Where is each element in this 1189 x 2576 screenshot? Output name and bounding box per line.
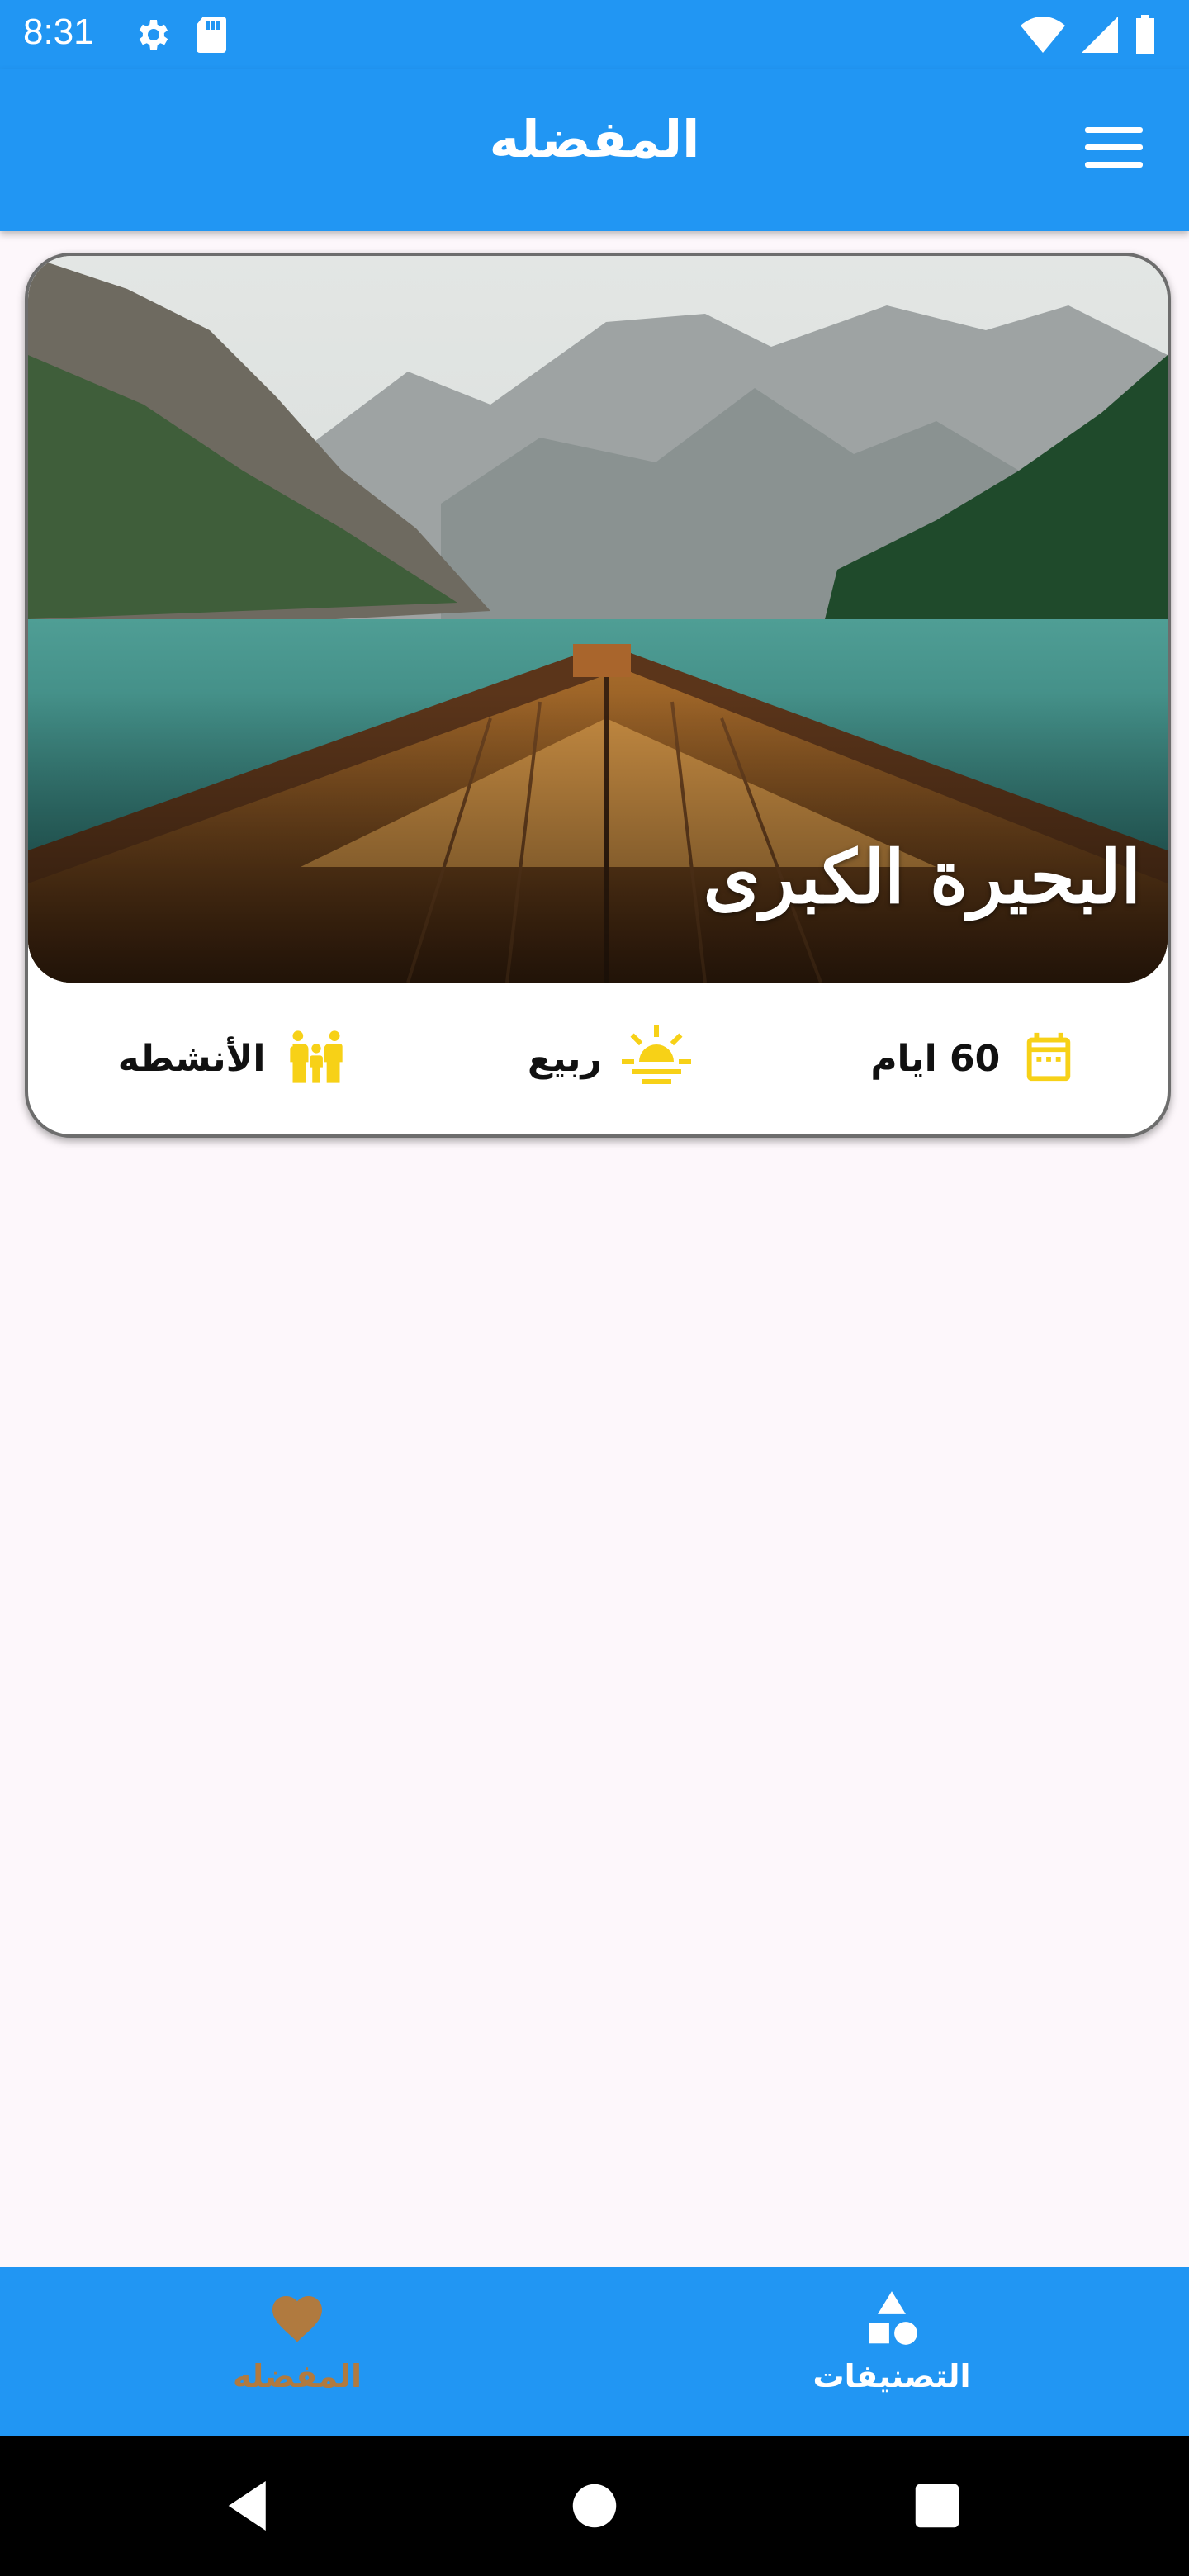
bottom-navigation: المفضله التصنيفات [0, 2267, 1189, 2436]
system-navigation-bar [0, 2436, 1189, 2576]
calendar-icon [1020, 1026, 1078, 1091]
activities-text: الأنشطه [117, 1037, 266, 1080]
app-bar: المفضله [0, 69, 1189, 231]
duration-info: 60 ايام [870, 1026, 1078, 1091]
activities-info: الأنشطه [118, 1025, 348, 1091]
signal-icon [1082, 17, 1118, 56]
family-icon [285, 1025, 348, 1091]
gear-icon [132, 15, 172, 58]
card-info-row: 60 ايام ربيع الأنشطه [28, 983, 1168, 1134]
categories-icon [861, 2289, 922, 2353]
duration-text: 60 ايام [870, 1037, 1001, 1080]
battery-icon [1135, 15, 1156, 58]
trip-card[interactable]: البحيرة الكبرى 60 ايام ربيع الأنشطه [25, 253, 1171, 1138]
wifi-icon [1021, 17, 1065, 56]
nav-categories-label: التصنيفات [812, 2358, 971, 2394]
status-bar: 8:31 [0, 0, 1189, 69]
nav-favorites[interactable]: المفضله [0, 2267, 594, 2436]
page-title: المفضله [489, 109, 700, 169]
sd-card-icon [193, 15, 230, 58]
nav-categories[interactable]: التصنيفات [594, 2267, 1189, 2436]
season-text: ربيع [527, 1037, 602, 1080]
home-icon[interactable] [557, 2469, 632, 2543]
back-icon[interactable] [213, 2469, 287, 2543]
card-title: البحيرة الكبرى [703, 834, 1141, 920]
menu-icon[interactable] [1085, 127, 1143, 170]
heart-icon [268, 2289, 327, 2346]
status-time: 8:31 [23, 12, 94, 52]
season-info: ربيع [528, 1024, 691, 1093]
recents-icon[interactable] [900, 2469, 974, 2543]
sun-icon [621, 1024, 691, 1093]
nav-favorites-label: المفضله [232, 2358, 362, 2394]
